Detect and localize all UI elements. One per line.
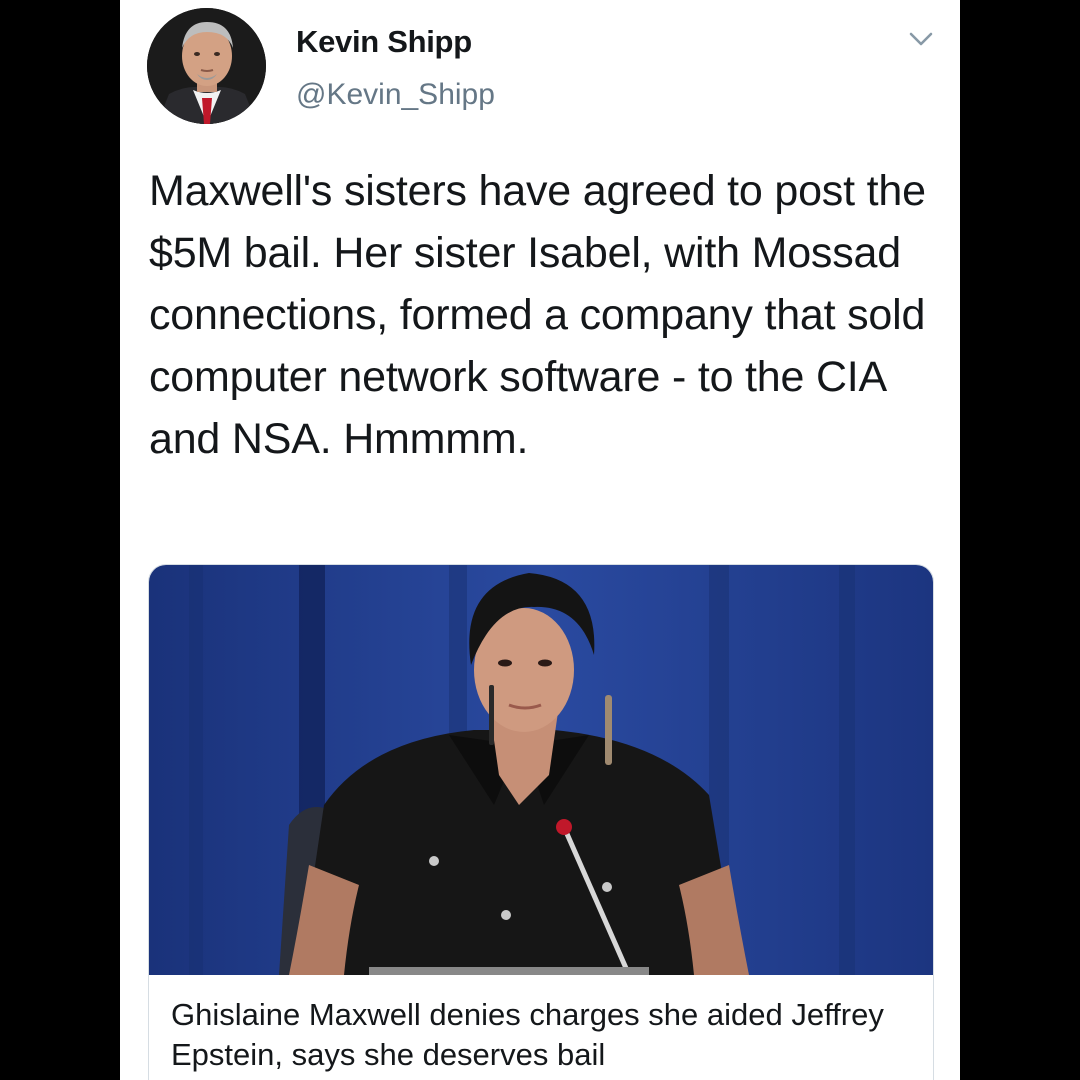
tweet-text: Maxwell's sisters have agreed to post th… [149, 167, 926, 463]
card-title: Ghislaine Maxwell denies charges she aid… [171, 997, 884, 1072]
author-name[interactable]: Kevin Shipp [296, 24, 472, 60]
author-avatar[interactable] [147, 8, 266, 124]
chevron-down-icon[interactable] [906, 26, 936, 52]
tweet-container: Kevin Shipp @Kevin_Shipp Maxwell's siste… [120, 0, 960, 1080]
avatar-photo [147, 8, 266, 124]
link-preview-card[interactable]: Ghislaine Maxwell denies charges she aid… [148, 564, 934, 1080]
card-image [149, 565, 933, 975]
author-handle[interactable]: @Kevin_Shipp [296, 78, 495, 112]
